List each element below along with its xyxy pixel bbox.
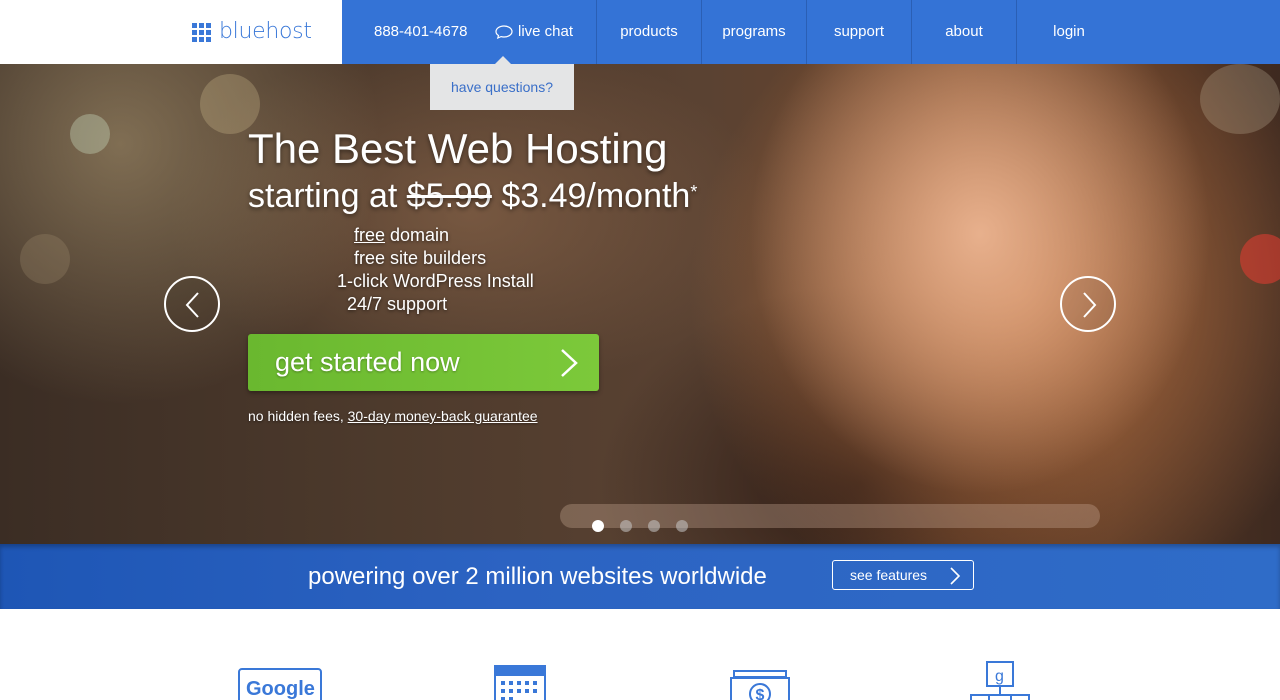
chevron-right-icon (950, 567, 961, 585)
bokeh-light (70, 114, 110, 154)
chat-bubble-icon (495, 25, 513, 39)
feature-icons-row (0, 609, 1280, 700)
slider-dots (592, 520, 688, 532)
bokeh-light (20, 234, 70, 284)
guarantee-line: no hidden fees, 30-day money-back guaran… (248, 408, 538, 424)
slider-dot-3[interactable] (648, 520, 660, 532)
top-navigation-bar: bluehost 888-401-4678 live chat products… (0, 0, 1280, 64)
see-features-button[interactable]: see features (832, 560, 974, 590)
hero-slider: The Best Web Hosting starting at $5.99 $… (0, 64, 1280, 544)
chevron-left-icon (185, 292, 199, 318)
hero-title: The Best Web Hosting (248, 125, 668, 172)
nav-login[interactable]: login (1016, 0, 1121, 64)
logo-grid-icon (192, 22, 211, 42)
chevron-right-icon (1083, 292, 1097, 318)
nav-support[interactable]: support (806, 0, 911, 64)
feature-item: 1-click WordPress Install (337, 271, 534, 291)
hero-feature-list: free domain free site builders 1-click W… (248, 224, 534, 316)
slider-dot-2[interactable] (620, 520, 632, 532)
calendar-icon (494, 665, 546, 700)
old-price: $5.99 (406, 177, 492, 215)
guarantee-prefix: no hidden fees, (248, 408, 344, 424)
price-prefix: starting at (248, 177, 398, 215)
money-back-guarantee-link[interactable]: 30-day money-back guarantee (348, 408, 538, 424)
google-icon-text: Google (246, 678, 315, 700)
get-started-button[interactable]: get started now (248, 334, 599, 391)
bokeh-light (1240, 234, 1280, 284)
slider-prev-button[interactable] (164, 276, 220, 332)
live-chat-label: live chat (518, 23, 574, 40)
get-started-label: get started now (275, 347, 460, 377)
google-icon: Google (238, 668, 322, 700)
have-questions-tooltip[interactable]: have questions? (430, 64, 574, 110)
nav-products[interactable]: products (596, 0, 701, 64)
slider-dot-4[interactable] (676, 520, 688, 532)
logo-text: bluehost (219, 19, 312, 44)
see-features-label: see features (850, 567, 928, 583)
new-price: $3.49/month (501, 177, 691, 215)
network-icon: g (970, 661, 1030, 700)
live-chat-link[interactable]: live chat (495, 0, 573, 64)
svg-text:$: $ (756, 687, 765, 700)
logo-area: bluehost (0, 0, 342, 64)
nav-programs[interactable]: programs (701, 0, 806, 64)
hero-price-line: starting at $5.99 $3.49/month* (248, 174, 697, 218)
bokeh-light (1200, 64, 1280, 134)
nav-about[interactable]: about (911, 0, 1016, 64)
stats-banner: powering over 2 million websites worldwi… (0, 544, 1280, 609)
feature-item: 24/7 support (347, 294, 448, 314)
bluehost-logo[interactable]: bluehost (192, 19, 312, 45)
svg-text:g: g (995, 668, 1004, 685)
banner-text: powering over 2 million websites worldwi… (308, 563, 767, 590)
slider-next-button[interactable] (1060, 276, 1116, 332)
chevron-right-icon (561, 349, 578, 377)
slider-dot-1[interactable] (592, 520, 604, 532)
feature-item: free domain (354, 225, 450, 245)
money-icon: $ (730, 670, 790, 700)
price-asterisk: * (690, 182, 698, 202)
phone-number-link[interactable]: 888-401-4678 (374, 0, 467, 64)
free-link[interactable]: free (354, 225, 385, 245)
feature-item: free site builders (354, 248, 487, 268)
